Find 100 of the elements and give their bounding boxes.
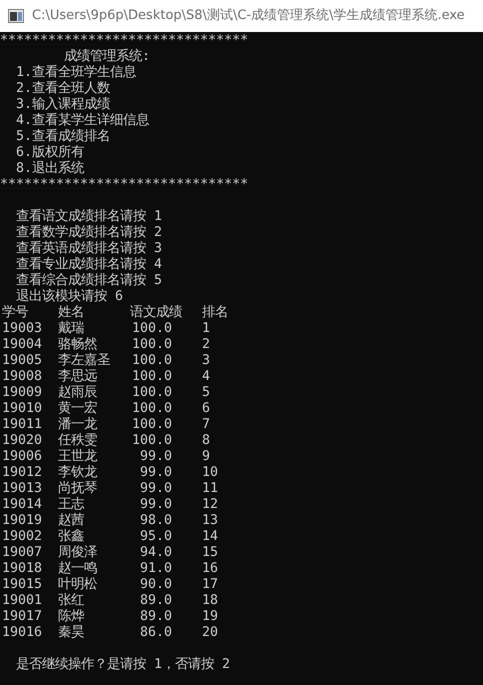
student-name: 赵茜 (58, 513, 84, 528)
score: 99.0 (140, 497, 172, 513)
student-name: 任秩雯 (58, 433, 97, 448)
student-id: 19006 (2, 449, 42, 464)
rank: 19 (202, 609, 218, 625)
student-id: 19001 (2, 593, 42, 608)
rank: 13 (202, 513, 218, 529)
student-name: 赵雨辰 (58, 385, 97, 400)
rank: 7 (202, 417, 210, 433)
student-id: 19014 (2, 497, 42, 512)
student-id: 19017 (2, 609, 42, 624)
student-id: 19002 (2, 529, 42, 544)
student-id: 19016 (2, 625, 42, 640)
student-id: 19013 (2, 481, 42, 496)
student-name: 张红 (58, 593, 84, 608)
column-header: 学号 (2, 305, 29, 321)
student-id: 19020 (2, 433, 42, 448)
score: 91.0 (140, 561, 172, 577)
student-name: 李思远 (58, 369, 97, 384)
submenu-option: 查看数学成绩排名请按 2 (0, 225, 483, 241)
student-id: 19012 (2, 465, 42, 480)
submenu-option: 查看语文成绩排名请按 1 (0, 209, 483, 225)
student-id: 19008 (2, 369, 42, 384)
score: 94.0 (140, 545, 172, 561)
student-name: 陈烨 (58, 609, 84, 624)
student-id: 19015 (2, 577, 42, 592)
submenu-option: 查看专业成绩排名请按 4 (0, 257, 483, 273)
menu-option: 5.查看成绩排名 (0, 129, 483, 145)
score: 95.0 (140, 529, 172, 545)
student-id: 19005 (2, 353, 42, 368)
student-id: 19007 (2, 545, 42, 560)
rank: 6 (202, 401, 210, 417)
menu-option: 1.查看全班学生信息 (0, 65, 483, 81)
score: 98.0 (140, 513, 172, 529)
student-name: 潘一龙 (58, 417, 97, 432)
student-id: 19019 (2, 513, 42, 528)
student-name: 王志 (58, 497, 84, 512)
student-id: 19018 (2, 561, 42, 576)
rank: 9 (202, 449, 210, 465)
rank: 2 (202, 337, 210, 353)
submenu-option: 查看英语成绩排名请按 3 (0, 241, 483, 257)
score: 100.0 (132, 385, 172, 401)
menu-option: 8.退出系统 (0, 161, 483, 177)
menu-option: 3.输入课程成绩 (0, 97, 483, 113)
student-name: 张鑫 (58, 529, 84, 544)
student-name: 王世龙 (58, 449, 97, 464)
student-id: 19010 (2, 401, 42, 416)
rank: 16 (202, 561, 218, 577)
window-title: C:\Users\9p6p\Desktop\S8\测试\C-成绩管理系统\学生成绩管理系统.exe (32, 7, 465, 26)
star-divider: ******************************* (0, 177, 250, 193)
rank: 8 (202, 433, 210, 449)
score: 100.0 (132, 353, 172, 369)
student-name: 戴瑞 (58, 321, 84, 336)
star-divider: ******************************* (0, 33, 250, 48)
student-id: 19003 (2, 321, 42, 336)
menu-option: 4.查看某学生详细信息 (0, 113, 483, 129)
score: 89.0 (140, 593, 172, 609)
student-id: 19009 (2, 385, 42, 400)
menu-option: 6.版权所有 (0, 145, 483, 161)
rank: 15 (202, 545, 218, 561)
score: 100.0 (132, 321, 172, 337)
score: 89.0 (140, 609, 172, 625)
column-header: 排名 (202, 305, 229, 321)
rank: 11 (202, 481, 218, 497)
rank: 1 (202, 321, 210, 337)
score: 100.0 (132, 433, 172, 449)
console-window-icon (8, 9, 24, 23)
student-name: 骆畅然 (58, 337, 97, 352)
score: 99.0 (140, 481, 172, 497)
score: 99.0 (140, 465, 172, 481)
student-name: 赵一鸣 (58, 561, 97, 576)
student-id: 19011 (2, 417, 42, 432)
submenu-option: 查看综合成绩排名请按 5 (0, 273, 483, 289)
score: 90.0 (140, 577, 172, 593)
score: 99.0 (140, 449, 172, 465)
menu-option: 2.查看全班人数 (0, 81, 483, 97)
student-name: 叶明松 (58, 577, 97, 592)
submenu-option: 退出该模块请按 6 (0, 289, 483, 305)
rank: 3 (202, 353, 210, 369)
rank: 17 (202, 577, 218, 593)
rank: 5 (202, 385, 210, 401)
student-name: 黄一宏 (58, 401, 97, 416)
student-name: 李钦龙 (58, 465, 97, 480)
student-name: 李左嘉圣 (58, 353, 110, 368)
rank: 10 (202, 465, 218, 481)
student-id: 19004 (2, 337, 42, 352)
score: 86.0 (140, 625, 172, 641)
score: 100.0 (132, 417, 172, 433)
rank: 14 (202, 529, 218, 545)
rank: 18 (202, 593, 218, 609)
score: 100.0 (132, 337, 172, 353)
column-header: 语文成绩 (130, 305, 183, 321)
score: 100.0 (132, 401, 172, 417)
rank: 20 (202, 625, 218, 641)
column-header: 姓名 (58, 305, 85, 320)
rank: 4 (202, 369, 210, 385)
student-name: 周俊泽 (58, 545, 97, 560)
student-name: 秦昊 (58, 625, 84, 640)
menu-title: 成绩管理系统: (63, 49, 152, 64)
continue-prompt: 是否继续操作？是请按 1，否请按 2 (15, 657, 232, 673)
